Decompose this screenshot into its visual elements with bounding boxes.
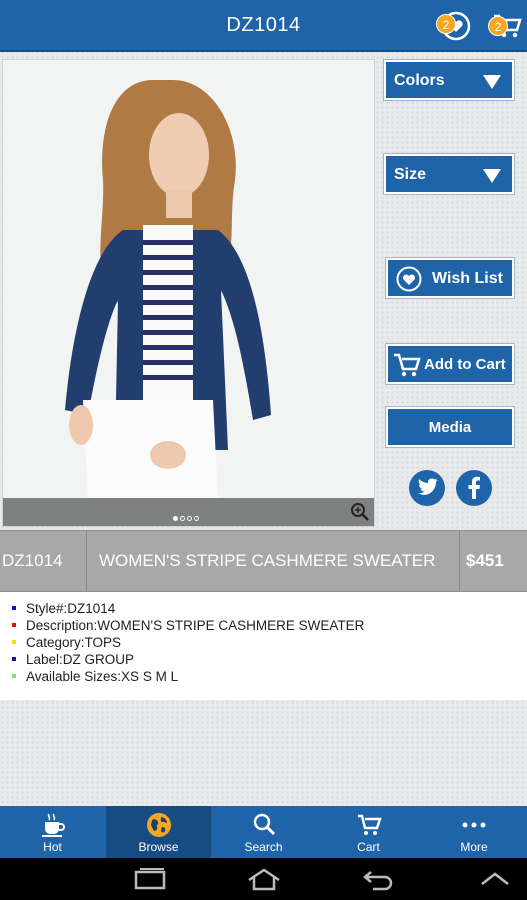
tab-browse[interactable]: Browse xyxy=(106,806,211,858)
product-code: DZ1014 xyxy=(2,551,63,570)
system-nav-bar xyxy=(0,858,527,900)
facebook-button[interactable] xyxy=(456,470,492,506)
wishlist-count-badge: 2 xyxy=(436,14,456,34)
wish-list-button[interactable]: Wish List xyxy=(386,258,514,298)
facebook-icon xyxy=(468,476,480,499)
detail-item: Category:TOPS xyxy=(12,634,527,651)
detail-item: Available Sizes:XS S M L xyxy=(12,668,527,685)
detail-item: Label:DZ GROUP xyxy=(12,651,527,668)
top-bar: DZ1014 2 2 xyxy=(0,0,527,52)
bullet xyxy=(12,623,16,627)
globe-icon xyxy=(146,813,171,837)
detail-item: Description:WOMEN'S STRIPE CASHMERE SWEA… xyxy=(12,617,527,634)
twitter-button[interactable] xyxy=(409,470,445,506)
search-icon xyxy=(253,813,275,836)
add-to-cart-label: Add to Cart xyxy=(424,356,506,373)
detail-sizes: Available Sizes:XS S M L xyxy=(26,669,179,684)
media-button[interactable]: Media xyxy=(386,407,514,447)
coffee-cup-icon xyxy=(41,813,65,837)
tab-browse-label: Browse xyxy=(138,840,179,854)
product-name: WOMEN'S STRIPE CASHMERE SWEATER xyxy=(99,551,436,570)
tab-cart-label: Cart xyxy=(357,840,380,854)
tab-hot[interactable]: Hot xyxy=(0,806,105,858)
bullet xyxy=(12,606,16,610)
cart-icon xyxy=(357,814,382,835)
recent-apps-icon[interactable] xyxy=(133,866,167,892)
carousel-bar xyxy=(3,498,374,526)
home-icon[interactable] xyxy=(246,866,282,892)
wish-list-label: Wish List xyxy=(432,270,503,287)
chevron-down-icon xyxy=(483,75,501,89)
size-dropdown[interactable]: Size xyxy=(384,154,514,194)
twitter-icon xyxy=(418,478,438,495)
cart-header-button[interactable]: 2 xyxy=(488,10,524,42)
add-to-cart-button[interactable]: Add to Cart xyxy=(386,344,514,384)
bullet xyxy=(12,640,16,644)
zoom-in-icon[interactable] xyxy=(350,502,370,522)
bullet xyxy=(12,674,16,678)
more-dots-icon xyxy=(462,822,486,828)
detail-label: Label:DZ GROUP xyxy=(26,652,135,667)
product-price: $451 xyxy=(466,551,504,570)
carousel-dots[interactable] xyxy=(173,508,201,526)
tab-more[interactable]: More xyxy=(421,806,527,858)
carousel-dot-1[interactable] xyxy=(173,516,178,521)
chevron-down-icon xyxy=(483,169,501,183)
product-photo xyxy=(3,60,374,500)
cart-count-badge: 2 xyxy=(488,16,508,36)
detail-style: Style#:DZ1014 xyxy=(26,601,116,616)
carousel-dot-3[interactable] xyxy=(187,516,192,521)
tab-cart[interactable]: Cart xyxy=(316,806,421,858)
divider xyxy=(86,531,87,591)
media-label: Media xyxy=(428,419,472,436)
detail-category: Category:TOPS xyxy=(26,635,122,650)
back-icon[interactable] xyxy=(361,866,395,892)
tab-search-label: Search xyxy=(244,840,283,854)
product-info-bar: DZ1014 WOMEN'S STRIPE CASHMERE SWEATER $… xyxy=(0,530,527,592)
divider xyxy=(459,531,460,591)
tab-search[interactable]: Search xyxy=(211,806,316,858)
cart-icon xyxy=(394,353,421,377)
bullet xyxy=(12,657,16,661)
product-image-carousel[interactable] xyxy=(2,59,375,527)
tab-more-label: More xyxy=(460,840,488,854)
size-label: Size xyxy=(394,166,427,183)
detail-description: Description:WOMEN'S STRIPE CASHMERE SWEA… xyxy=(26,618,365,633)
carousel-dot-4[interactable] xyxy=(194,516,199,521)
colors-label: Colors xyxy=(394,72,445,89)
tab-hot-label: Hot xyxy=(43,840,62,854)
product-details: Style#:DZ1014 Description:WOMEN'S STRIPE… xyxy=(0,592,527,700)
colors-dropdown[interactable]: Colors xyxy=(384,60,514,100)
chevron-up-icon[interactable] xyxy=(478,866,512,892)
wishlist-header-button[interactable]: 2 xyxy=(436,10,472,42)
bottom-tab-bar: Hot Browse Search Cart More xyxy=(0,806,527,858)
detail-item: Style#:DZ1014 xyxy=(12,600,527,617)
carousel-dot-2[interactable] xyxy=(180,516,185,521)
heart-icon xyxy=(396,266,422,292)
